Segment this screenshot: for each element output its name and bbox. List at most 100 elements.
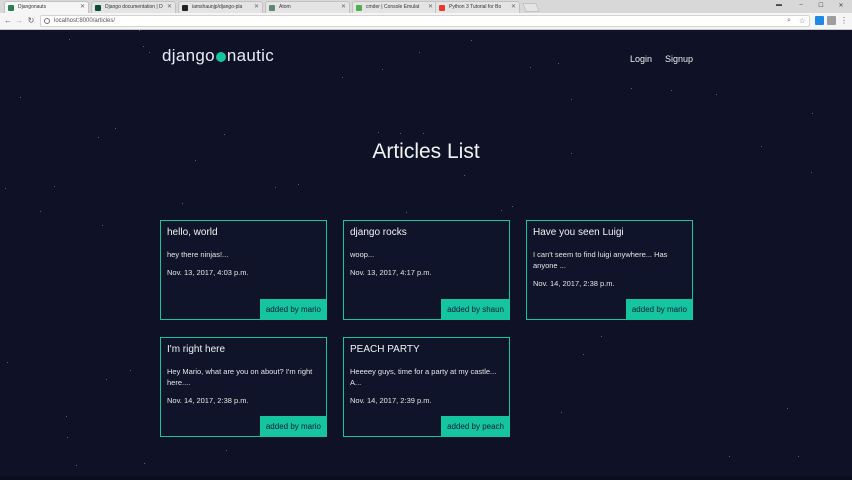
article-snippet: Hey Mario, what are you on about? I'm ri… — [167, 367, 313, 387]
star-dot — [671, 90, 672, 91]
article-title[interactable]: Have you seen Luigi — [533, 227, 624, 238]
signup-link[interactable]: Signup — [665, 54, 693, 64]
star-dot — [464, 175, 465, 176]
logo-dot-icon — [215, 52, 226, 62]
close-icon[interactable]: ✕ — [511, 2, 516, 13]
close-icon[interactable]: ✕ — [254, 2, 259, 13]
zoom-icon[interactable]: ⌕ — [787, 17, 791, 25]
browser-tab[interactable]: iamshaunjp/django-pla ✕ — [178, 1, 263, 13]
star-dot — [378, 132, 379, 133]
article-title[interactable]: hello, world — [167, 227, 218, 238]
article-date: Nov. 13, 2017, 4:17 p.m. — [350, 268, 432, 277]
article-title[interactable]: django rocks — [350, 227, 407, 238]
star-dot — [98, 137, 99, 138]
close-icon[interactable]: ✕ — [167, 2, 172, 13]
logo-text-left: django — [162, 46, 215, 65]
star-dot — [631, 88, 632, 89]
star-dot — [40, 211, 41, 212]
star-dot — [423, 133, 424, 134]
tab-favicon-icon — [182, 5, 188, 11]
maximize-icon[interactable]: ☐ — [814, 2, 828, 9]
reload-icon[interactable]: ↻ — [26, 16, 36, 25]
tab-label: Python 3 Tutorial for Bo — [449, 4, 502, 10]
minimize-icon[interactable]: – — [794, 2, 808, 8]
browser-tab[interactable]: Django documentation | D ✕ — [91, 1, 176, 13]
browser-tab-bar: Djangonauts ✕ Django documentation | D ✕… — [0, 0, 852, 13]
star-dot — [76, 465, 77, 466]
star-dot — [601, 336, 602, 337]
star-dot — [512, 206, 513, 207]
article-card[interactable]: hello, world hey there ninjas!... Nov. 1… — [160, 220, 327, 320]
browser-tab[interactable]: Djangonauts ✕ — [4, 1, 89, 13]
back-arrow-icon[interactable]: ← — [3, 16, 13, 25]
tab-label: cmder | Console Emulat — [366, 4, 420, 10]
close-icon[interactable]: ✕ — [80, 2, 85, 13]
forward-arrow-icon[interactable]: → — [14, 16, 24, 25]
tab-favicon-icon — [95, 5, 101, 11]
window-close-icon[interactable]: ✕ — [834, 2, 848, 9]
browser-tab[interactable]: Python 3 Tutorial for Bo ✕ — [435, 1, 520, 13]
login-link[interactable]: Login — [630, 54, 652, 64]
page-content: django nautic Login Signup Articles List… — [0, 30, 852, 480]
browser-tab[interactable]: cmder | Console Emulat ✕ — [352, 1, 437, 13]
star-dot — [787, 408, 788, 409]
menu-icon[interactable]: ⋮ — [839, 16, 849, 25]
article-author-badge: added by shaun — [441, 299, 510, 320]
star-dot — [275, 187, 276, 188]
info-icon[interactable] — [44, 18, 50, 24]
browser-tab[interactable]: Atom ✕ — [265, 1, 350, 13]
tab-label: Atom — [279, 4, 291, 10]
close-icon[interactable]: ✕ — [341, 2, 346, 13]
star-dot — [558, 63, 559, 64]
star-dot — [811, 172, 812, 173]
tab-label: Django documentation | D — [105, 4, 163, 10]
article-author-badge: added by mario — [259, 416, 327, 437]
star-dot — [561, 412, 562, 413]
star-dot — [149, 52, 150, 53]
star-dot — [798, 456, 799, 457]
star-dot — [20, 97, 21, 98]
extension-icon[interactable] — [827, 16, 836, 25]
new-tab-button[interactable] — [522, 3, 540, 12]
url-text[interactable]: localhost:8000/articles/ — [54, 17, 115, 26]
address-bar[interactable]: localhost:8000/articles/ ⌕ ☆ — [40, 15, 810, 27]
site-logo[interactable]: django nautic — [162, 46, 274, 66]
tab-label: iamshaunjp/django-pla — [192, 4, 243, 10]
star-dot — [716, 94, 717, 95]
bookmark-star-icon[interactable]: ☆ — [799, 17, 805, 25]
star-dot — [5, 188, 6, 189]
article-snippet: woop... — [350, 250, 375, 259]
article-title[interactable]: PEACH PARTY — [350, 344, 420, 355]
article-card[interactable]: django rocks woop... Nov. 13, 2017, 4:17… — [343, 220, 510, 320]
star-dot — [130, 370, 131, 371]
user-icon[interactable]: ▬ — [772, 2, 786, 8]
article-card[interactable]: I'm right here Hey Mario, what are you o… — [160, 337, 327, 437]
article-card[interactable]: PEACH PARTY Heeeey guys, time for a part… — [343, 337, 510, 437]
article-author-badge: added by mario — [625, 299, 693, 320]
tab-favicon-icon — [439, 5, 445, 11]
star-dot — [139, 30, 140, 31]
tab-favicon-icon — [8, 5, 14, 11]
article-snippet: Heeeey guys, time for a party at my cast… — [350, 367, 497, 387]
star-dot — [382, 69, 383, 70]
star-dot — [66, 416, 67, 417]
star-dot — [7, 362, 8, 363]
article-title[interactable]: I'm right here — [167, 344, 225, 355]
tab-favicon-icon — [356, 5, 362, 11]
star-dot — [729, 456, 730, 457]
star-dot — [406, 212, 407, 213]
tab-label: Djangonauts — [18, 4, 47, 10]
article-card[interactable]: Have you seen Luigi I can't seem to find… — [526, 220, 693, 320]
article-snippet: hey there ninjas!... — [167, 250, 229, 259]
star-dot — [471, 40, 472, 41]
star-dot — [583, 354, 584, 355]
star-dot — [571, 99, 572, 100]
article-date: Nov. 14, 2017, 2:38 p.m. — [533, 279, 615, 288]
star-dot — [143, 46, 144, 47]
star-dot — [342, 77, 343, 78]
article-date: Nov. 14, 2017, 2:38 p.m. — [167, 396, 249, 405]
close-icon[interactable]: ✕ — [428, 2, 433, 13]
extension-icon[interactable] — [815, 16, 824, 25]
star-dot — [298, 184, 299, 185]
article-date: Nov. 13, 2017, 4:03 p.m. — [167, 268, 249, 277]
